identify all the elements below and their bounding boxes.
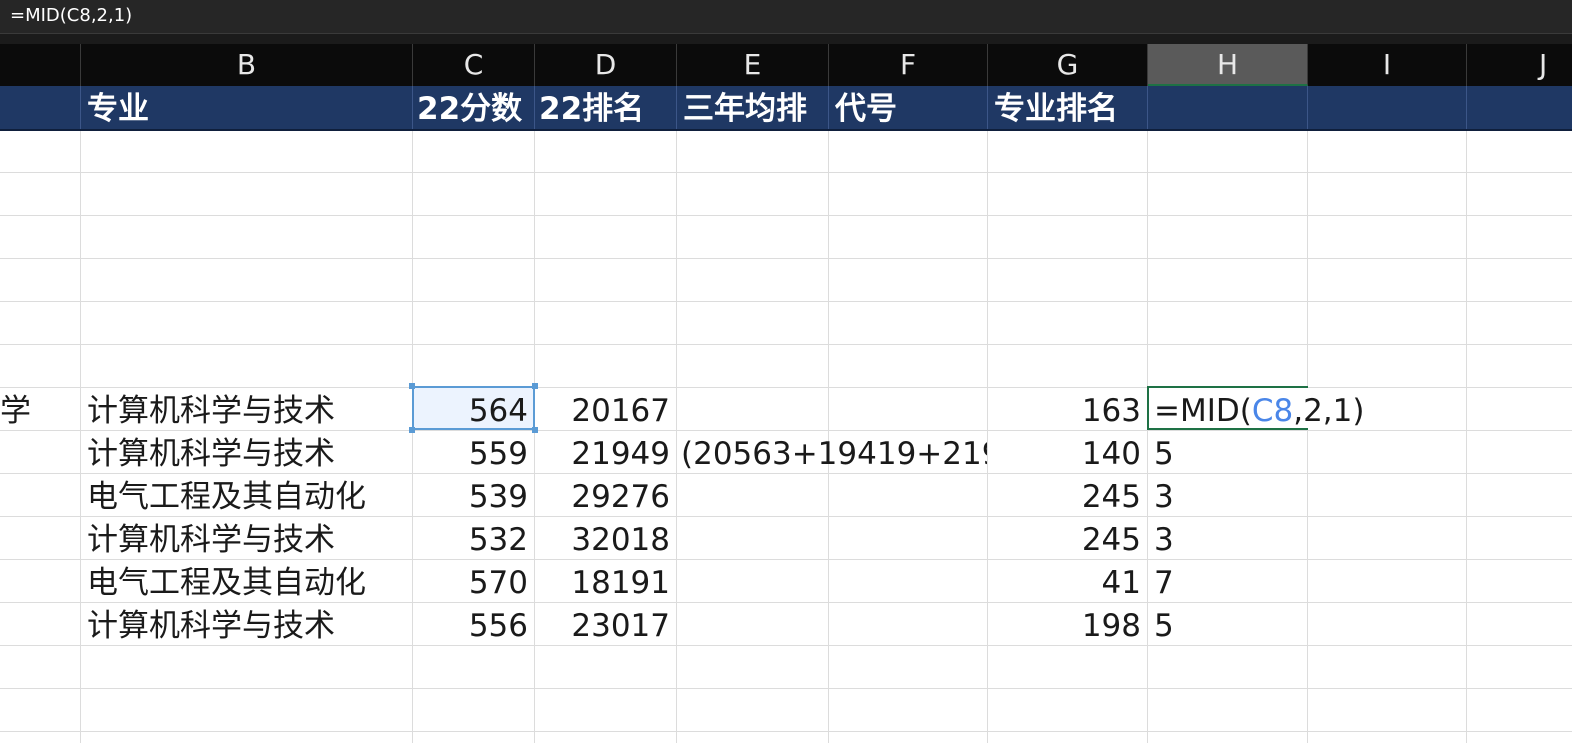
cell-b11[interactable]: 计算机科学与技术 xyxy=(81,516,412,559)
column-header-b[interactable]: B xyxy=(81,44,413,86)
gridline xyxy=(1466,131,1467,743)
formula-bar-text[interactable]: =MID(C8,2,1) xyxy=(10,5,132,27)
header-cell-22-rank[interactable]: 22排名 xyxy=(535,86,677,129)
header-cell-j[interactable] xyxy=(1467,86,1572,129)
cell-d8[interactable]: 20167 xyxy=(535,387,676,430)
toolbar-gap xyxy=(0,34,1572,44)
column-header-d[interactable]: D xyxy=(535,44,677,86)
gridline xyxy=(0,301,1572,302)
cell-c11[interactable]: 532 xyxy=(413,516,534,559)
header-cell-i[interactable] xyxy=(1308,86,1467,129)
header-cell-three-year-avg[interactable]: 三年均排 xyxy=(677,86,829,129)
cell-c9[interactable]: 559 xyxy=(413,430,534,473)
gridline xyxy=(0,215,1572,216)
header-cell-major-rank[interactable]: 专业排名 xyxy=(988,86,1148,129)
header-cell-a[interactable] xyxy=(0,86,81,129)
header-cell-code[interactable]: 代号 xyxy=(829,86,988,129)
formula-part: =MID( xyxy=(1154,393,1252,429)
cell-g12[interactable]: 41 xyxy=(988,559,1147,602)
formula-bar[interactable]: =MID(C8,2,1) xyxy=(0,0,1572,34)
column-header-j[interactable]: J xyxy=(1467,44,1572,86)
cell-d11[interactable]: 32018 xyxy=(535,516,676,559)
column-header-f[interactable]: F xyxy=(829,44,988,86)
column-header-j-letter: J xyxy=(1539,48,1548,81)
cell-g9[interactable]: 140 xyxy=(988,430,1147,473)
column-header-g[interactable]: G xyxy=(988,44,1148,86)
cell-b10[interactable]: 电气工程及其自动化 xyxy=(81,473,412,516)
cell-g10[interactable]: 245 xyxy=(988,473,1147,516)
cell-h13[interactable]: 5 xyxy=(1148,602,1307,645)
cell-g13[interactable]: 198 xyxy=(988,602,1147,645)
column-header-a-partial[interactable] xyxy=(0,44,81,86)
table-header-row: 专业 22分数 22排名 三年均排 代号 专业排名 xyxy=(0,86,1572,131)
cell-h11[interactable]: 3 xyxy=(1148,516,1307,559)
gridline xyxy=(0,731,1572,732)
cell-c10[interactable]: 539 xyxy=(413,473,534,516)
cell-d13[interactable]: 23017 xyxy=(535,602,676,645)
cell-h10[interactable]: 3 xyxy=(1148,473,1307,516)
cell-c12[interactable]: 570 xyxy=(413,559,534,602)
header-cell-22-score[interactable]: 22分数 xyxy=(413,86,535,129)
gridline xyxy=(0,172,1572,173)
formula-reference: C8 xyxy=(1251,393,1294,429)
gridline xyxy=(0,258,1572,259)
cell-h8-formula[interactable]: =MID(C8,2,1) xyxy=(1148,387,1388,430)
header-cell-major[interactable]: 专业 xyxy=(81,86,413,129)
gridline xyxy=(1307,131,1308,743)
cell-h12[interactable]: 7 xyxy=(1148,559,1307,602)
column-header-bar: B C D E F G H I J xyxy=(0,44,1572,86)
cell-b9[interactable]: 计算机科学与技术 xyxy=(81,430,412,473)
cell-d9[interactable]: 21949 xyxy=(535,430,676,473)
column-header-e[interactable]: E xyxy=(677,44,829,86)
cell-c8[interactable]: 564 xyxy=(413,387,534,430)
cell-e9[interactable]: (20563+19419+2194 xyxy=(677,430,987,473)
column-header-c[interactable]: C xyxy=(413,44,535,86)
cell-b8[interactable]: 计算机科学与技术 xyxy=(81,387,412,430)
column-header-h[interactable]: H xyxy=(1148,44,1308,86)
cell-b13[interactable]: 计算机科学与技术 xyxy=(81,602,412,645)
gridline xyxy=(0,645,1572,646)
cell-c13[interactable]: 556 xyxy=(413,602,534,645)
formula-part: ,2,1) xyxy=(1293,393,1365,429)
gridline xyxy=(0,688,1572,689)
cell-h9[interactable]: 5 xyxy=(1148,430,1307,473)
cell-b12[interactable]: 电气工程及其自动化 xyxy=(81,559,412,602)
header-cell-h[interactable] xyxy=(1148,86,1308,129)
cell-d10[interactable]: 29276 xyxy=(535,473,676,516)
gridline xyxy=(0,344,1572,345)
cell-g11[interactable]: 245 xyxy=(988,516,1147,559)
cell-a8[interactable]: 学 xyxy=(0,387,74,430)
cell-d12[interactable]: 18191 xyxy=(535,559,676,602)
column-header-i[interactable]: I xyxy=(1308,44,1467,86)
cell-g8[interactable]: 163 xyxy=(988,387,1147,430)
